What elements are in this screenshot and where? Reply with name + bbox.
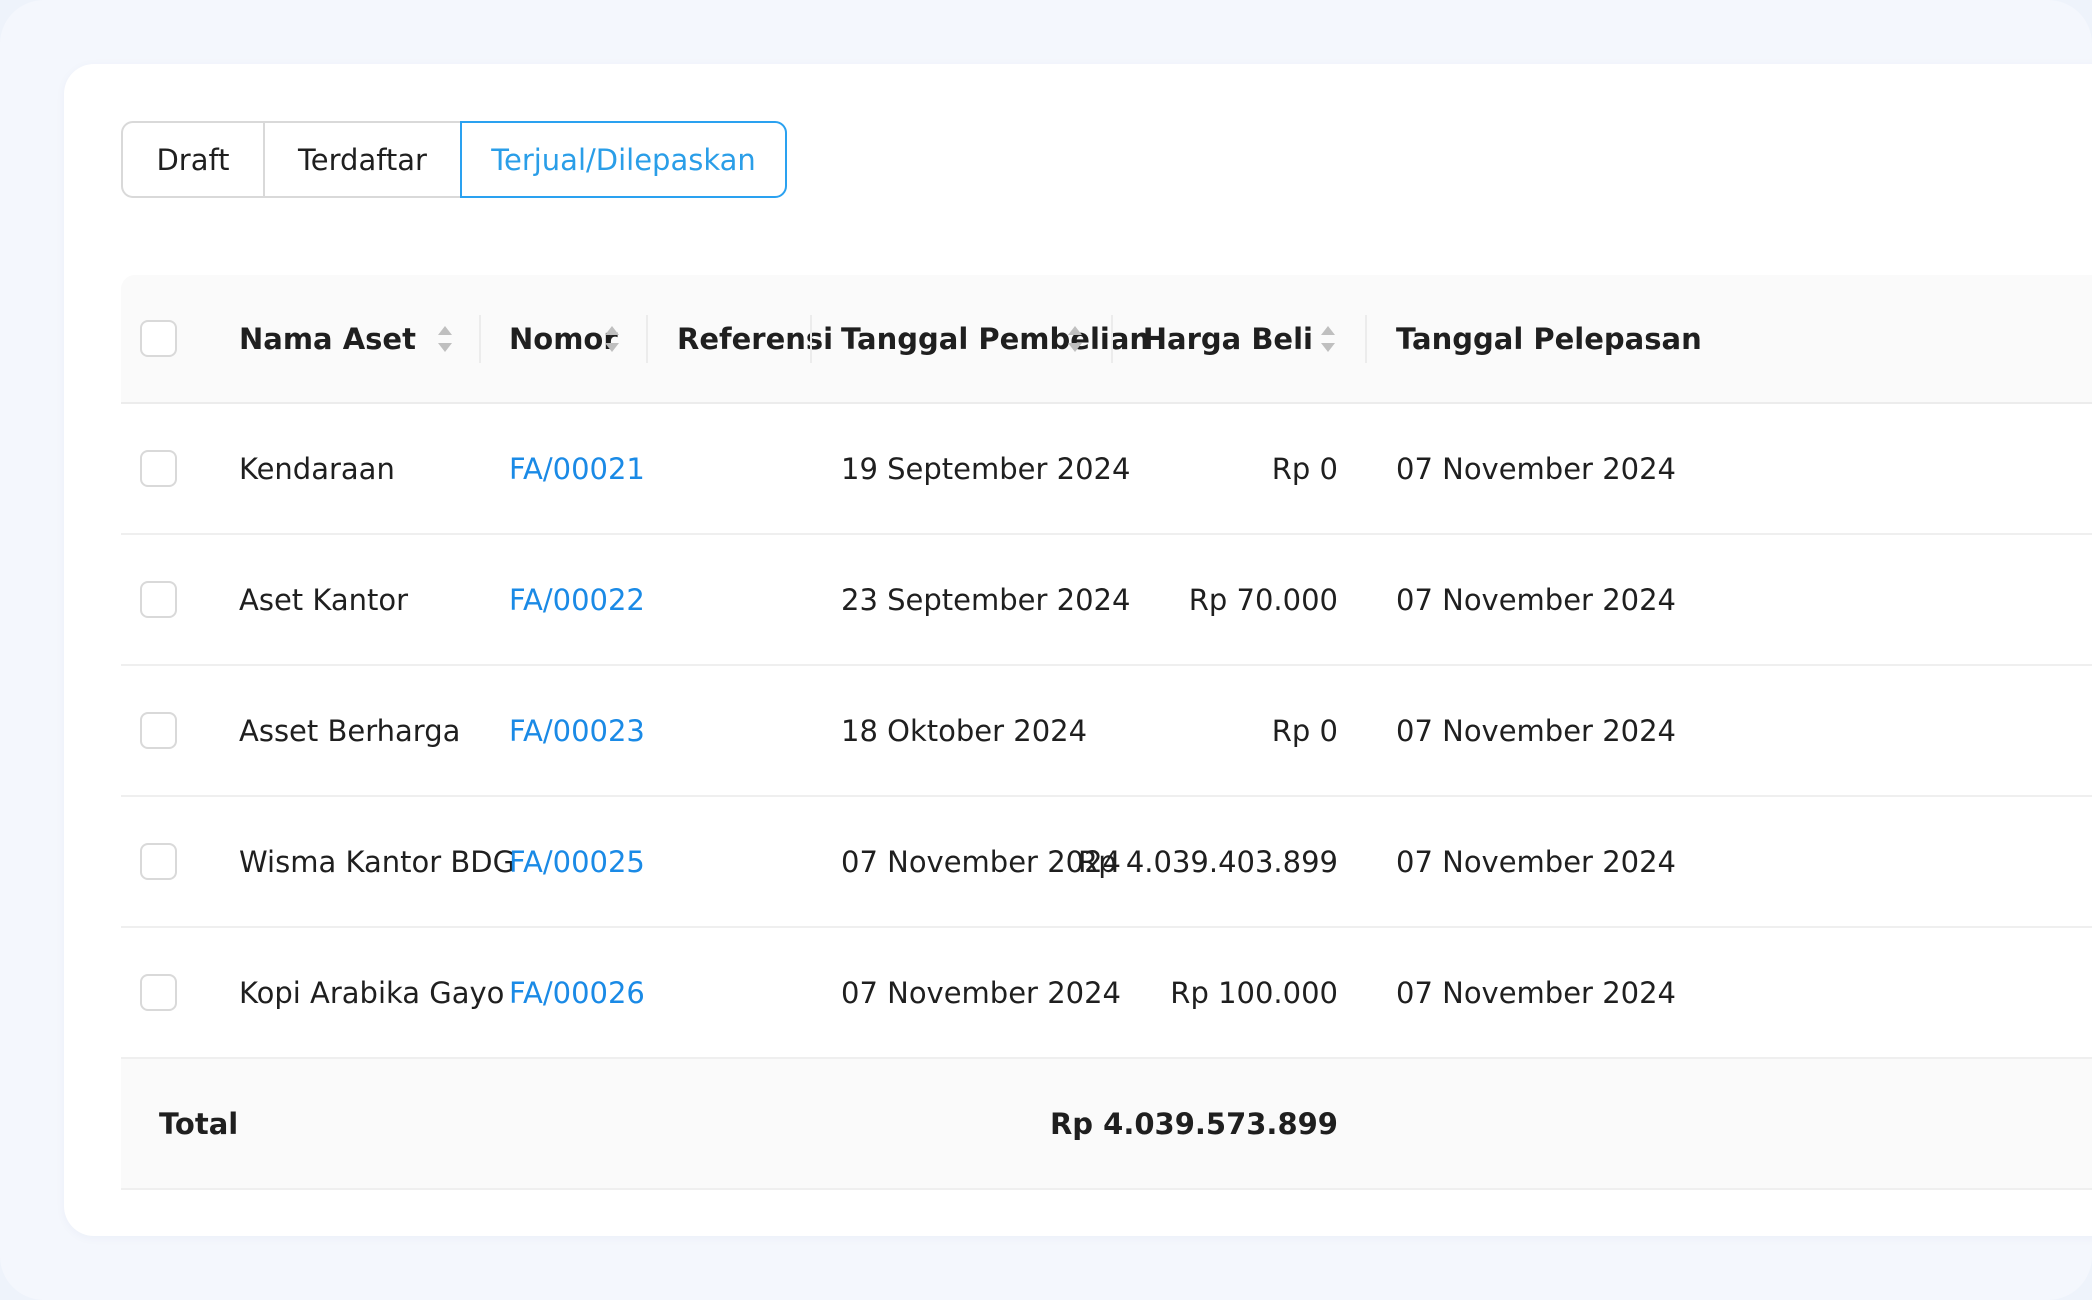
- table-row: Kendaraan FA/00021 19 September 2024 Rp …: [121, 404, 2092, 535]
- purchase-date: 18 Oktober 2024: [841, 713, 1088, 748]
- column-divider: [646, 314, 648, 363]
- asset-name: Kendaraan: [239, 451, 395, 486]
- table-row: Asset Berharga FA/00023 18 Oktober 2024 …: [121, 666, 2092, 797]
- column-header-purchase-date[interactable]: Tanggal Pembelian: [841, 275, 1150, 402]
- table-row: Wisma Kantor BDG FA/00025 07 November 20…: [121, 797, 2092, 928]
- disposal-date: 07 November 2024: [1396, 582, 1677, 617]
- purchase-price: Rp 70.000: [1188, 582, 1338, 617]
- purchase-date: 07 November 2024: [841, 975, 1122, 1010]
- row-checkbox[interactable]: [140, 842, 177, 880]
- select-all-checkbox[interactable]: [140, 319, 177, 357]
- asset-number-link[interactable]: FA/00021: [509, 404, 645, 533]
- tab-draft[interactable]: Draft: [121, 121, 265, 198]
- purchase-price: Rp 0: [1271, 713, 1338, 748]
- asset-name: Wisma Kantor BDG: [239, 844, 516, 879]
- column-header-name[interactable]: Nama Aset: [239, 275, 416, 402]
- disposal-date: 07 November 2024: [1396, 451, 1677, 486]
- asset-name: Asset Berharga: [239, 713, 461, 748]
- asset-number-link[interactable]: FA/00023: [509, 666, 645, 795]
- purchase-price: Rp 4.039.403.899: [1078, 844, 1338, 879]
- purchase-price: Rp 0: [1271, 451, 1338, 486]
- column-divider: [810, 314, 812, 363]
- row-checkbox[interactable]: [140, 973, 177, 1011]
- content-card: Draft Terdaftar Terjual/Dilepaskan Nama …: [64, 64, 2092, 1236]
- column-divider: [1111, 314, 1113, 363]
- column-divider: [479, 314, 481, 363]
- sort-icon[interactable]: [603, 323, 621, 355]
- table-row: Kopi Arabika Gayo FA/00026 07 November 2…: [121, 928, 2092, 1059]
- status-segmented-control: Draft Terdaftar Terjual/Dilepaskan: [121, 121, 787, 198]
- column-header-number[interactable]: Nomor: [509, 275, 618, 402]
- asset-number-link[interactable]: FA/00022: [509, 535, 645, 664]
- asset-number-link[interactable]: FA/00025: [509, 797, 645, 926]
- disposal-date: 07 November 2024: [1396, 844, 1677, 879]
- tab-registered[interactable]: Terdaftar: [265, 121, 462, 198]
- column-header-disposal-date: Tanggal Pelepasan: [1396, 321, 1702, 356]
- purchase-price: Rp 100.000: [1170, 975, 1338, 1010]
- page-background: Draft Terdaftar Terjual/Dilepaskan Nama …: [0, 0, 2092, 1300]
- asset-name: Kopi Arabika Gayo: [239, 975, 505, 1010]
- purchase-date: 23 September 2024: [841, 582, 1131, 617]
- column-header-price[interactable]: Harga Beli: [1131, 275, 1313, 402]
- sort-icon[interactable]: [436, 323, 454, 355]
- purchase-date: 19 September 2024: [841, 451, 1131, 486]
- asset-name: Aset Kantor: [239, 582, 409, 617]
- assets-table: Nama Aset Nomor Referensi Tanggal Pembel…: [121, 275, 2092, 1190]
- sort-icon[interactable]: [1319, 323, 1337, 355]
- row-checkbox[interactable]: [140, 711, 177, 749]
- total-row: Total Rp 4.039.573.899: [121, 1059, 2092, 1190]
- row-checkbox[interactable]: [140, 449, 177, 487]
- disposal-date: 07 November 2024: [1396, 713, 1677, 748]
- column-divider: [1365, 314, 1367, 363]
- table-row: Aset Kantor FA/00022 23 September 2024 R…: [121, 535, 2092, 666]
- total-label: Total: [159, 1106, 239, 1141]
- table-header: Nama Aset Nomor Referensi Tanggal Pembel…: [121, 275, 2092, 404]
- asset-number-link[interactable]: FA/00026: [509, 928, 645, 1057]
- disposal-date: 07 November 2024: [1396, 975, 1677, 1010]
- sort-icon[interactable]: [1066, 323, 1084, 355]
- tab-sold-disposed[interactable]: Terjual/Dilepaskan: [460, 121, 787, 198]
- total-price: Rp 4.039.573.899: [1049, 1106, 1338, 1141]
- row-checkbox[interactable]: [140, 580, 177, 618]
